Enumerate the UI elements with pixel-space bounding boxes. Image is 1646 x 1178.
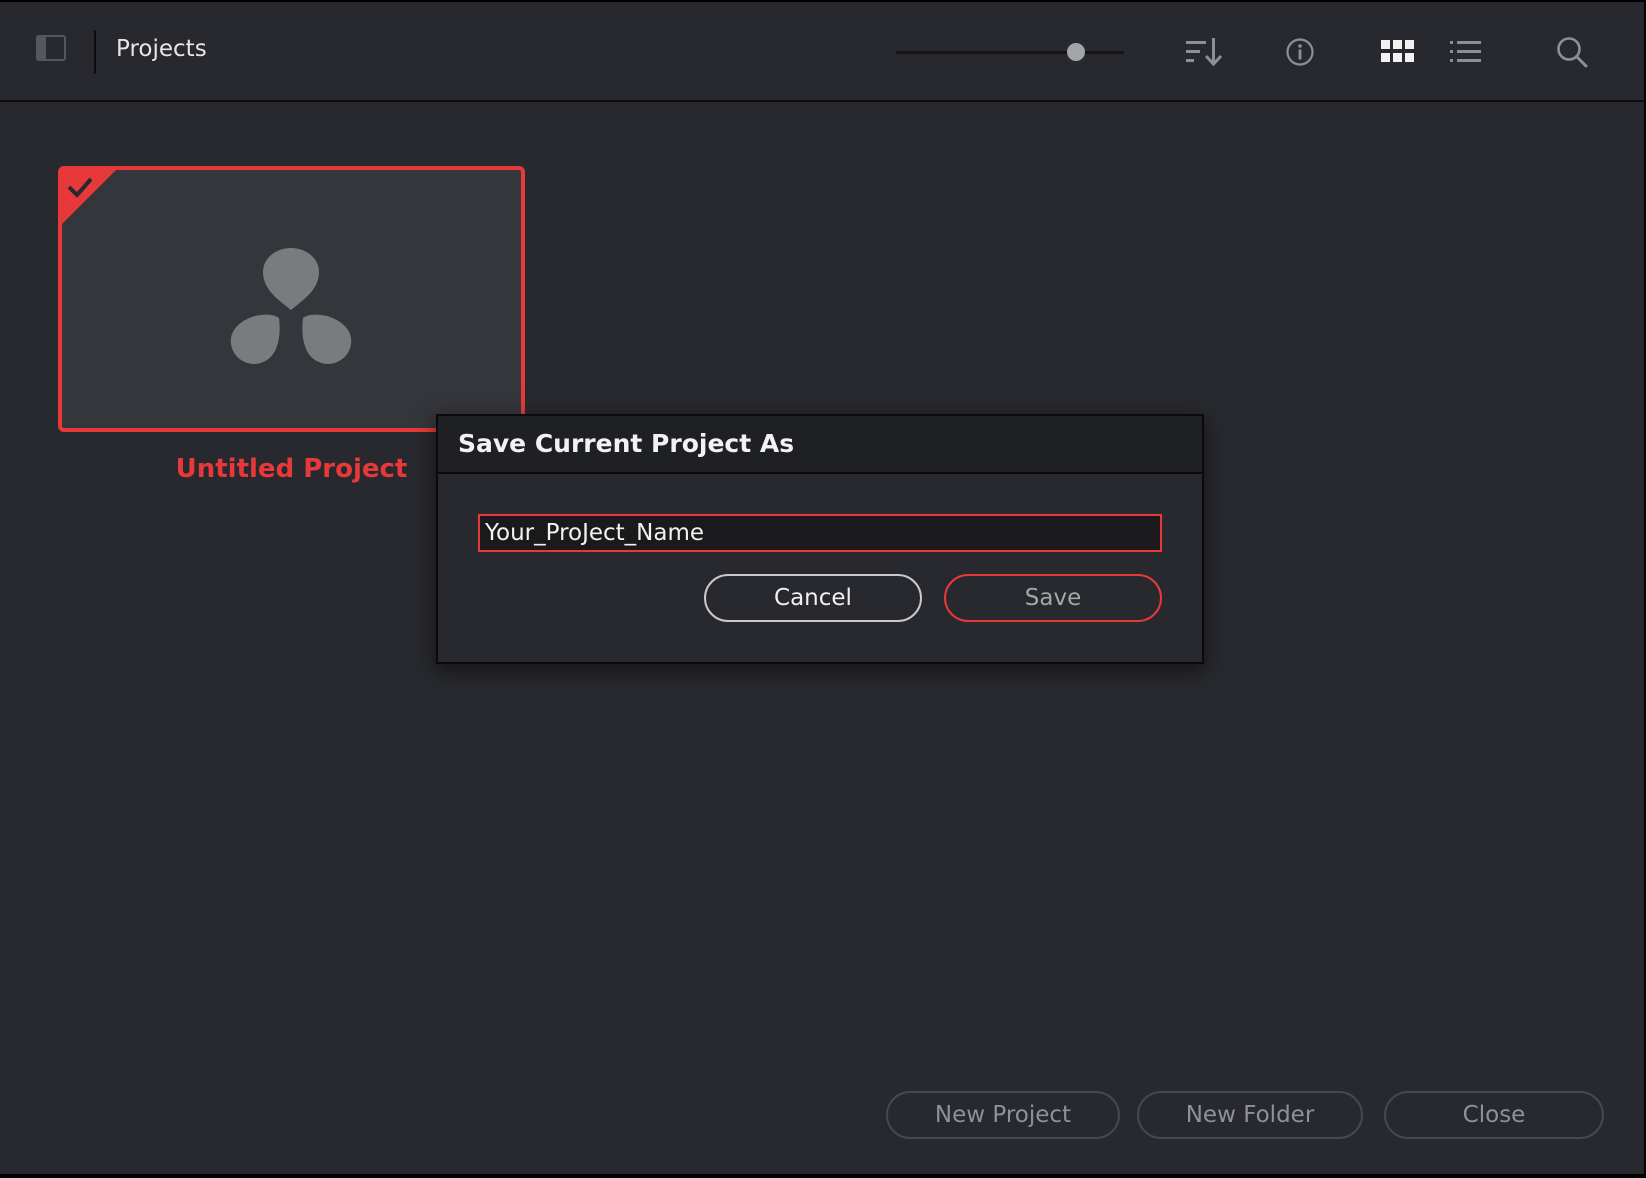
project-manager-window: Projects Untitled Project Save Current P… [0,0,1646,1178]
resolve-logo-icon [230,248,352,364]
grid-view-icon[interactable] [1378,32,1418,72]
save-button[interactable]: Save [944,574,1162,622]
header-bar: Projects [0,2,1644,102]
thumbnail-zoom-slider[interactable] [896,40,1124,64]
page-title: Projects [116,36,207,62]
project-card[interactable] [58,166,525,432]
slider-thumb[interactable] [1067,43,1086,61]
info-icon[interactable] [1280,32,1320,72]
slider-track [896,51,1124,54]
project-name-input[interactable] [478,514,1162,552]
list-view-icon[interactable] [1446,32,1486,72]
dialog-header: Save Current Project As [438,416,1202,474]
header-divider [94,30,96,74]
save-project-dialog: Save Current Project As Cancel Save [436,414,1204,664]
dialog-title: Save Current Project As [458,429,795,458]
new-project-button[interactable]: New Project [886,1091,1120,1139]
cancel-button[interactable]: Cancel [704,574,922,622]
close-button[interactable]: Close [1384,1091,1604,1139]
search-icon[interactable] [1552,32,1592,72]
sidebar-toggle-icon[interactable] [36,35,66,61]
checkmark-icon [62,170,116,224]
new-folder-button[interactable]: New Folder [1137,1091,1363,1139]
sort-descending-icon[interactable] [1184,32,1224,72]
